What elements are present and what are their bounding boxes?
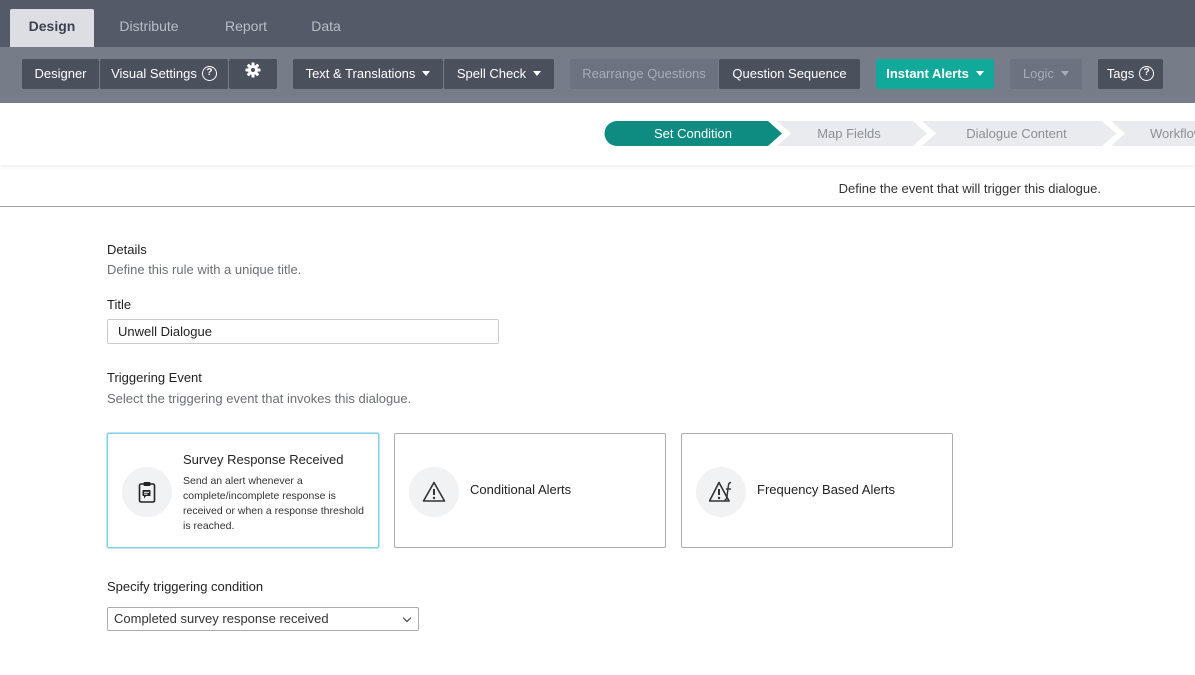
step-workflow[interactable]: Workflow [1150,121,1195,146]
triggering-subtext: Select the triggering event that invokes… [107,391,412,406]
chevron-down-icon [422,71,431,77]
settings-button[interactable] [229,59,277,89]
help-icon: ? [1139,66,1155,82]
card-title: Frequency Based Alerts [757,482,896,497]
tags-button[interactable]: Tags? [1098,59,1163,89]
gear-icon [245,59,261,89]
spell-check-button[interactable]: Spell Check [444,59,554,89]
chevron-down-icon [402,613,412,623]
step-dialogue-content[interactable]: Dialogue Content [935,121,1098,146]
logic-button[interactable]: Logic [1010,59,1082,89]
divider [0,206,1195,207]
card-title: Survey Response Received [183,452,344,467]
designer-button[interactable]: Designer [22,59,99,89]
card-frequency-based-alerts[interactable]: Frequency Based Alerts [681,433,953,548]
step-map-fields[interactable]: Map Fields [784,121,914,146]
card-survey-response-received[interactable]: Survey Response Received Send an alert w… [107,433,379,548]
tab-distribute[interactable]: Distribute [104,9,194,47]
card-conditional-alerts[interactable]: Conditional Alerts [394,433,666,548]
tab-report[interactable]: Report [208,9,284,47]
trigger-note: Define the event that will trigger this … [838,181,1101,196]
design-toolbar: Designer Visual Settings? Text & Transla… [0,47,1195,103]
details-subtext: Define this rule with a unique title. [107,262,302,277]
instant-alerts-button[interactable]: Instant Alerts [876,59,994,89]
visual-settings-button[interactable]: Visual Settings? [100,59,228,89]
details-heading: Details [107,242,147,257]
top-tab-bar: Design Distribute Report Data [0,0,1195,47]
help-icon: ? [201,66,217,82]
question-sequence-button[interactable]: Question Sequence [719,59,860,89]
step-set-condition[interactable]: Set Condition [604,121,782,146]
clipboard-icon [122,467,172,517]
card-title: Conditional Alerts [470,482,572,497]
text-translations-button[interactable]: Text & Translations [293,59,443,89]
rearrange-questions-button[interactable]: Rearrange Questions [570,59,718,89]
warning-icon [409,467,459,517]
triggering-condition-select[interactable]: Completed survey response received [107,607,419,631]
title-label: Title [107,297,132,312]
chevron-down-icon [1061,71,1070,77]
triggering-heading: Triggering Event [107,370,202,385]
wizard-stepper: Set Condition Map Fields Dialogue Conten… [0,103,1195,165]
chevron-down-icon [975,71,984,77]
tab-data[interactable]: Data [298,9,354,47]
card-description: Send an alert whenever a complete/incomp… [183,475,364,532]
chevron-down-icon [533,71,542,77]
title-input[interactable]: Unwell Dialogue [107,319,499,344]
condition-label: Specify triggering condition [107,579,264,594]
warning-function-icon [696,467,746,517]
tab-design[interactable]: Design [10,9,94,47]
